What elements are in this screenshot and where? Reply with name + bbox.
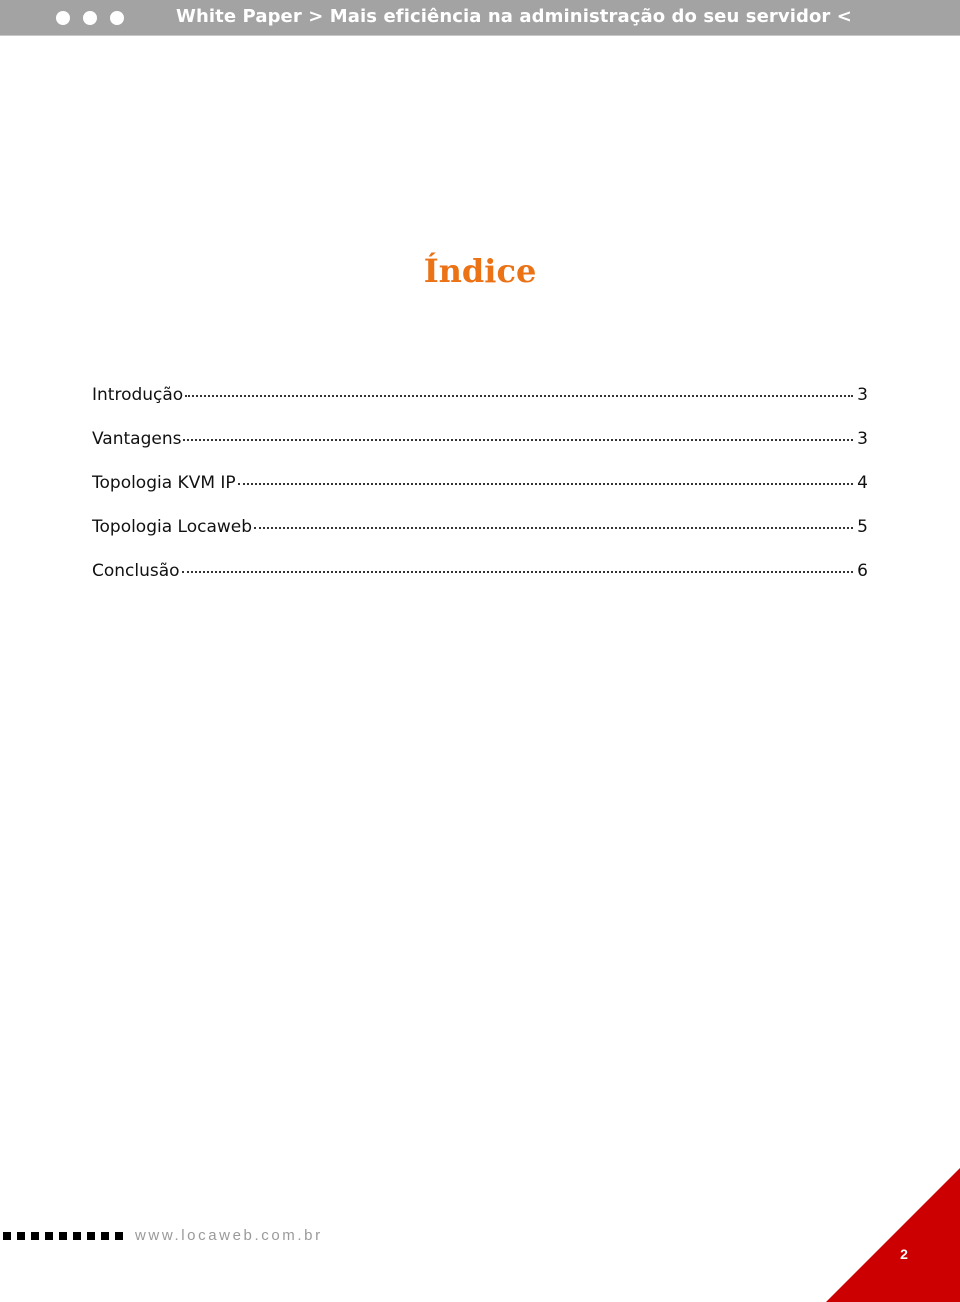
dot-icon bbox=[83, 11, 97, 25]
toc-entry-label: Topologia KVM IP bbox=[92, 473, 236, 493]
toc-entry[interactable]: Topologia KVM IP 4 bbox=[92, 473, 868, 517]
square-icon bbox=[101, 1232, 109, 1240]
footer-squares bbox=[3, 1232, 123, 1240]
page-title: Índice bbox=[423, 252, 537, 290]
dot-leader bbox=[183, 439, 854, 441]
toc-entry-page: 5 bbox=[857, 517, 868, 537]
corner-triangle-shape bbox=[826, 1168, 960, 1302]
toc-entry[interactable]: Introdução 3 bbox=[92, 385, 868, 429]
dot-leader bbox=[237, 483, 854, 485]
square-icon bbox=[3, 1232, 11, 1240]
square-icon bbox=[87, 1232, 95, 1240]
square-icon bbox=[59, 1232, 67, 1240]
footer-url-link[interactable]: www.locaweb.com.br bbox=[135, 1227, 323, 1244]
toc-entry-page: 3 bbox=[857, 385, 868, 405]
toc-entry-label: Introdução bbox=[92, 385, 184, 405]
dot-leader bbox=[254, 527, 854, 529]
header-title: White Paper > Mais eficiência na adminis… bbox=[176, 6, 852, 27]
toc-entry-label: Vantagens bbox=[92, 429, 182, 449]
square-icon bbox=[17, 1232, 25, 1240]
dot-icon bbox=[56, 11, 70, 25]
dot-icon bbox=[110, 11, 124, 25]
toc-entry-page: 6 bbox=[857, 561, 868, 581]
corner-triangle bbox=[826, 1168, 960, 1302]
toc-entry[interactable]: Vantagens 3 bbox=[92, 429, 868, 473]
toc-entry-label: Conclusão bbox=[92, 561, 180, 581]
header-bar: White Paper > Mais eficiência na adminis… bbox=[0, 0, 960, 36]
page-number: 2 bbox=[900, 1246, 908, 1262]
toc-entry-page: 3 bbox=[857, 429, 868, 449]
header-dots bbox=[56, 11, 124, 25]
square-icon bbox=[31, 1232, 39, 1240]
square-icon bbox=[45, 1232, 53, 1240]
dot-leader bbox=[185, 395, 854, 397]
toc-entry[interactable]: Topologia Locaweb 5 bbox=[92, 517, 868, 561]
dot-leader bbox=[181, 571, 854, 573]
toc-entry[interactable]: Conclusão 6 bbox=[92, 561, 868, 605]
toc-entry-label: Topologia Locaweb bbox=[92, 517, 253, 537]
square-icon bbox=[73, 1232, 81, 1240]
square-icon bbox=[115, 1232, 123, 1240]
toc-entry-page: 4 bbox=[857, 473, 868, 493]
table-of-contents: Introdução 3 Vantagens 3 Topologia KVM I… bbox=[92, 385, 868, 605]
